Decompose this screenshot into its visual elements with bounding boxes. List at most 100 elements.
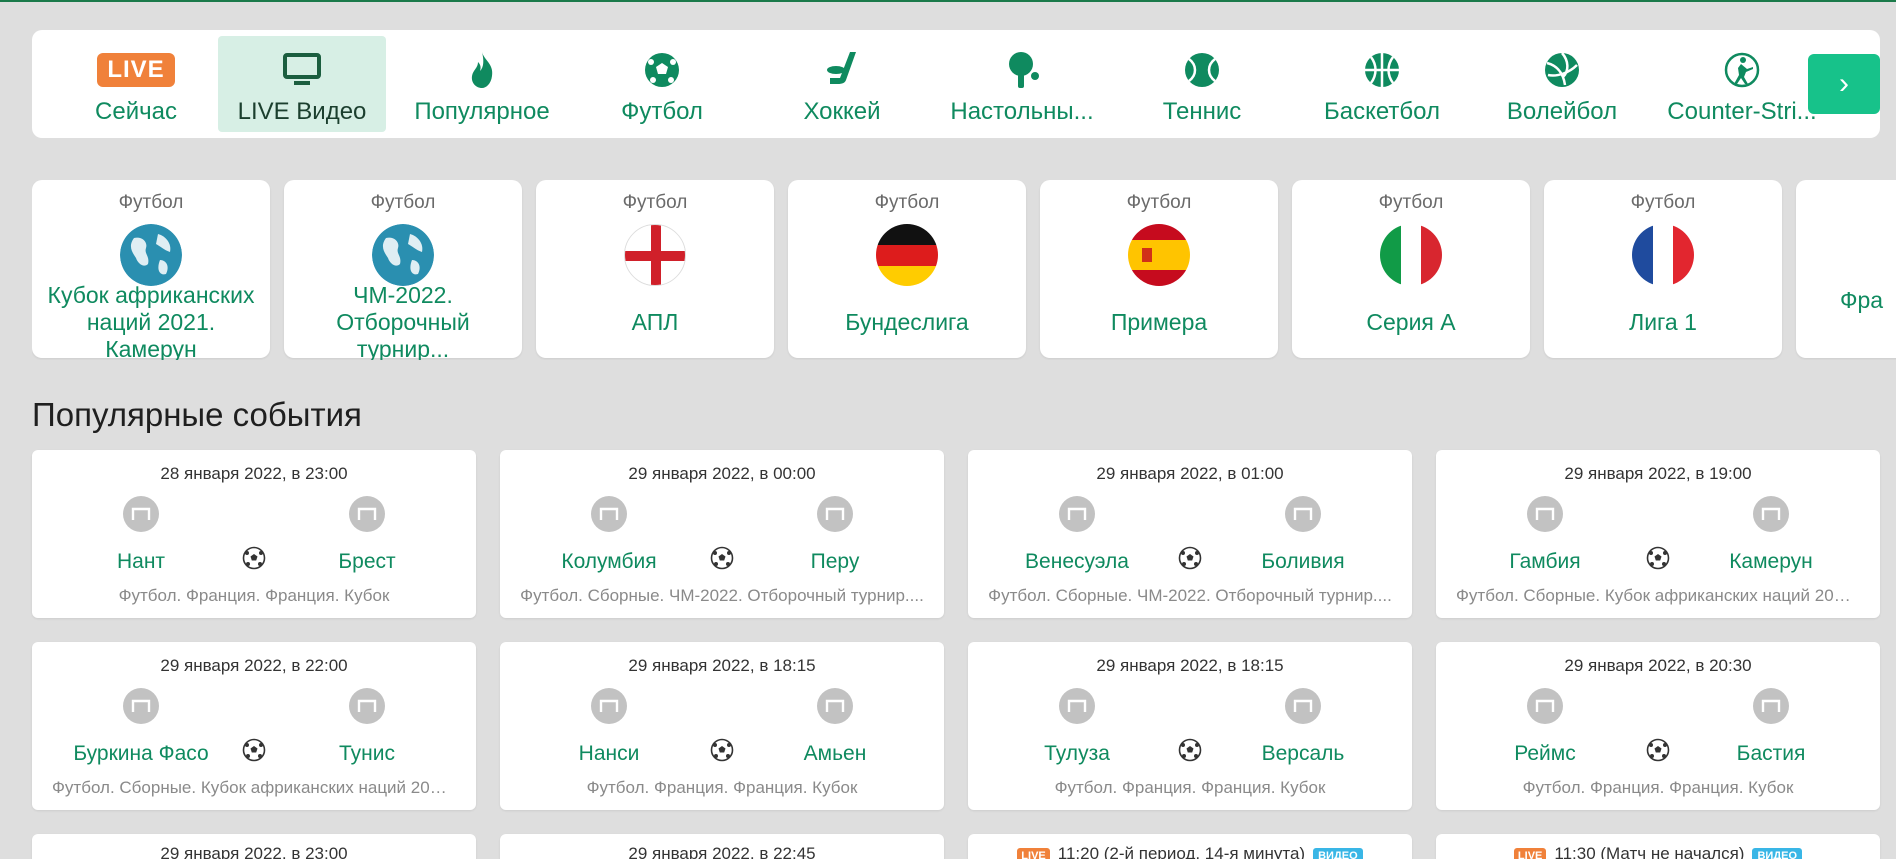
league-card-ligue-1[interactable]: Футбол Лига 1: [1544, 180, 1782, 358]
event-card[interactable]: 29 января 2022, в 19:00 Гамбия Камерун Футб…: [1436, 450, 1880, 618]
event-live-status: LIVE 11:30 (Матч не начался) ВИДЕО: [1436, 844, 1880, 859]
germany-flag-icon: [876, 224, 938, 286]
event-card[interactable]: 29 января 2022, в 22:00 Буркина Фасо Тунис…: [32, 642, 476, 810]
soccer-ball-icon: [1178, 546, 1202, 570]
nav-item-label: Counter-Stri...: [1667, 98, 1817, 125]
event-status-text: 11:20 (2-й период, 14-я минута): [1057, 844, 1306, 859]
soccer-ball-icon: [1646, 738, 1670, 762]
away-team-icon: [817, 688, 853, 724]
away-team-name: Перу: [810, 550, 860, 573]
league-card-bundesliga[interactable]: Футбол Бундеслига: [788, 180, 1026, 358]
home-team-icon: [123, 688, 159, 724]
event-card[interactable]: 29 января 2022, в 00:00 Колумбия Перу Футбо…: [500, 450, 944, 618]
event-tournament: Футбол. Франция. Франция. Кубок: [1522, 778, 1794, 797]
home-team-icon: [1059, 688, 1095, 724]
event-card[interactable]: 29 января 2022, в 20:30 Реймс Бастия Футбол…: [1436, 642, 1880, 810]
soccer-ball-icon: [710, 546, 734, 570]
away-team-icon: [349, 688, 385, 724]
away-team-name: Версаль: [1261, 742, 1345, 765]
home-team-name: Гамбия: [1509, 550, 1581, 573]
event-card-partial[interactable]: LIVE 11:30 (Матч не начался) ВИДЕО: [1436, 834, 1880, 859]
soccer-ball-icon: [1646, 546, 1670, 570]
home-team-icon: [1527, 688, 1563, 724]
nav-item-table-tennis[interactable]: Настольны...: [938, 36, 1106, 132]
nav-item-label: Хоккей: [803, 98, 881, 125]
nav-item-now[interactable]: LIVE Сейчас: [52, 36, 220, 132]
france-flag-icon: [1632, 224, 1694, 286]
league-name: Кубок африканских наций 2021. Камерун: [47, 281, 255, 361]
league-sport: Футбол: [1630, 192, 1696, 213]
nav-item-label: Настольны...: [950, 98, 1094, 125]
event-date: 29 января 2022, в 18:15: [1096, 656, 1284, 675]
event-date: 28 января 2022, в 23:00: [160, 464, 348, 483]
nav-item-football[interactable]: Футбол: [578, 36, 746, 132]
volleyball-icon: [1543, 48, 1581, 92]
hockey-icon: [822, 48, 862, 92]
event-date: 29 января 2022, в 19:00: [1564, 464, 1752, 483]
league-card-serie-a[interactable]: Футбол Серия А: [1292, 180, 1530, 358]
event-card[interactable]: 29 января 2022, в 01:00 Венесуэла Боливия Ф…: [968, 450, 1412, 618]
nav-item-counter-strike[interactable]: Counter-Stri...: [1658, 36, 1826, 132]
event-tournament: Футбол. Сборные. Кубок африканских наций…: [1456, 586, 1860, 605]
home-team-icon: [591, 688, 627, 724]
league-name: Примера: [1110, 308, 1208, 335]
spain-flag-icon: [1128, 224, 1190, 286]
league-sport: Футбол: [118, 192, 184, 213]
event-card[interactable]: 29 января 2022, в 18:15 Нанси Амьен Футбол.…: [500, 642, 944, 810]
home-team-icon: [1059, 496, 1095, 532]
event-card-partial[interactable]: 29 января 2022, в 23:00: [32, 834, 476, 859]
nav-item-live-video[interactable]: LIVE Видео: [218, 36, 386, 132]
nav-next-button[interactable]: ›: [1808, 54, 1880, 114]
event-date: 29 января 2022, в 23:00: [160, 844, 348, 859]
away-team-icon: [349, 496, 385, 532]
nav-item-hockey[interactable]: Хоккей: [758, 36, 926, 132]
away-team-icon: [1285, 496, 1321, 532]
globe-icon: [120, 224, 182, 286]
league-sport: Футбол: [874, 192, 940, 213]
counter-strike-icon: [1723, 48, 1761, 92]
league-name: Бундеслига: [845, 308, 969, 335]
table-tennis-icon: [1003, 48, 1041, 92]
home-team-name: Нант: [116, 550, 166, 573]
league-sport: Футбол: [1126, 192, 1192, 213]
live-badge: LIVE: [1513, 848, 1547, 859]
soccer-ball-icon: [242, 546, 266, 570]
soccer-ball-icon: [1178, 738, 1202, 762]
soccer-ball-icon: [242, 738, 266, 762]
league-card-partial[interactable]: Фра: [1796, 180, 1896, 358]
event-tournament: Футбол. Франция. Франция. Кубок: [1054, 778, 1326, 797]
event-card[interactable]: 29 января 2022, в 18:15 Тулуза Версаль Футб…: [968, 642, 1412, 810]
home-team-icon: [123, 496, 159, 532]
soccer-ball-icon: [710, 738, 734, 762]
section-title: Популярные события: [32, 396, 362, 433]
nav-item-label: Популярное: [414, 98, 550, 125]
league-sport: Футбол: [370, 192, 436, 213]
home-team-name: Венесуэла: [1025, 550, 1129, 573]
event-tournament: Футбол. Франция. Франция. Кубок: [586, 778, 858, 797]
event-date: 29 января 2022, в 18:15: [628, 656, 816, 675]
league-name: ЧМ-2022. Отборочный турнир...: [336, 281, 470, 361]
league-card-laliga[interactable]: Футбол Примера: [1040, 180, 1278, 358]
event-card[interactable]: 28 января 2022, в 23:00 Нант Брест Футбол. …: [32, 450, 476, 618]
event-tournament: Футбол. Франция. Франция. Кубок: [118, 586, 390, 605]
nav-item-volleyball[interactable]: Волейбол: [1478, 36, 1646, 132]
nav-item-label: LIVE Видео: [237, 98, 367, 125]
chevron-right-icon: ›: [1839, 67, 1849, 100]
globe-icon: [372, 224, 434, 286]
nav-item-popular[interactable]: Популярное: [398, 36, 566, 132]
league-name: Серия А: [1366, 308, 1456, 335]
italy-flag-icon: [1380, 224, 1442, 286]
league-card-wc-qual[interactable]: Футбол ЧМ-2022. Отборочный турнир...: [284, 180, 522, 361]
league-card-epl[interactable]: Футбол АПЛ: [536, 180, 774, 358]
event-card-partial[interactable]: LIVE 11:20 (2-й период, 14-я минута) ВИДЕО: [968, 834, 1412, 859]
league-card-afcon[interactable]: Футбол Кубок африканских наций 2021. Кам…: [32, 180, 270, 361]
nav-item-tennis[interactable]: Теннис: [1118, 36, 1286, 132]
flame-icon: [466, 48, 498, 92]
england-flag-icon: [624, 224, 686, 286]
event-card-partial[interactable]: 29 января 2022, в 22:45: [500, 834, 944, 859]
nav-item-basketball[interactable]: Баскетбол: [1298, 36, 1466, 132]
top-accent-line: [0, 0, 1896, 2]
nav-item-label: Волейбол: [1506, 98, 1618, 125]
away-team-name: Амьен: [803, 742, 867, 765]
away-team-name: Боливия: [1261, 550, 1345, 573]
